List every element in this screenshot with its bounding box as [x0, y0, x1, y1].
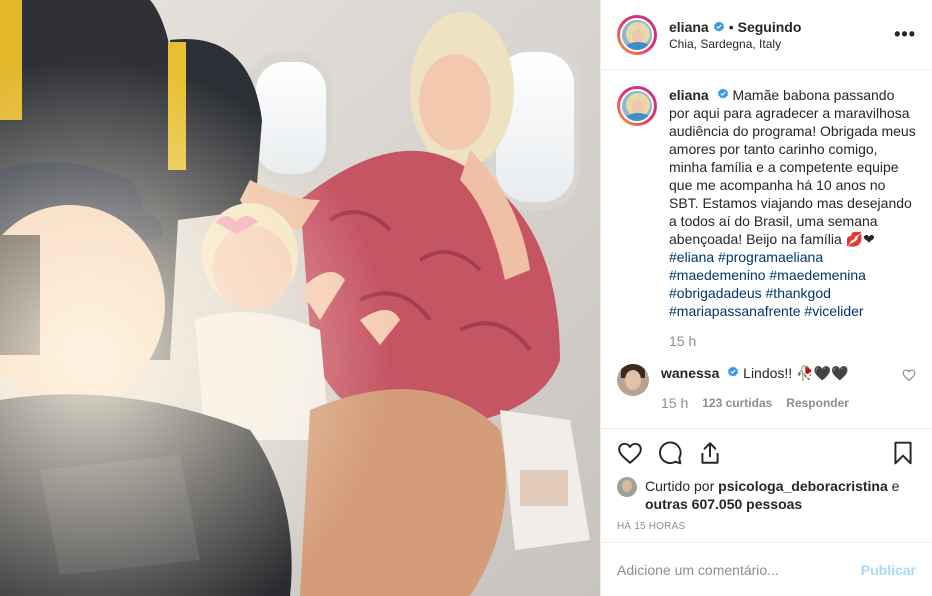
liker-username[interactable]: psicologa_deboracristina — [718, 478, 888, 494]
comment-meta: 15 h 123 curtidas Responder — [661, 394, 894, 412]
likes-joiner: e — [891, 478, 900, 494]
caption-text: Mamãe babona passando por aqui para agra… — [669, 87, 916, 247]
comment-like-heart-icon[interactable] — [902, 368, 916, 382]
post-photo-illustration — [0, 0, 600, 596]
share-icon[interactable] — [697, 440, 723, 466]
comment-text: Lindos!! 🥀🖤🖤 — [743, 365, 849, 381]
comment-likes[interactable]: 123 curtidas — [702, 394, 772, 412]
action-icons — [617, 429, 916, 477]
caption: eliana Mamãe babona passando por aqui pa… — [669, 86, 916, 350]
post-sidebar: eliana • Seguindo Chia, Sardegna, Italy … — [600, 0, 932, 596]
caption-time: 15 h — [669, 333, 697, 349]
comment-item: wanessa Lindos!! 🥀🖤🖤 15 h 123 curtidas R… — [617, 364, 916, 412]
comment-body: wanessa Lindos!! 🥀🖤🖤 15 h 123 curtidas R… — [661, 364, 894, 412]
post-actions: Curtido por psicologa_deboracristina e o… — [601, 428, 932, 542]
caption-avatar[interactable] — [617, 86, 657, 126]
author-username[interactable]: eliana — [669, 19, 709, 35]
author-avatar[interactable] — [617, 14, 657, 55]
bookmark-icon[interactable] — [890, 440, 916, 466]
comment-username[interactable]: wanessa — [661, 365, 719, 381]
avatar-image — [620, 89, 654, 123]
caption-hashtags[interactable]: #eliana #programaeliana #maedemenino #ma… — [669, 249, 866, 319]
post-header: eliana • Seguindo Chia, Sardegna, Italy … — [601, 0, 932, 70]
add-comment-bar: Publicar — [601, 542, 932, 596]
reply-button[interactable]: Responder — [786, 394, 849, 412]
comment-bubble-icon[interactable] — [657, 440, 683, 466]
publish-button[interactable]: Publicar — [861, 562, 916, 578]
avatar-image — [620, 17, 654, 52]
post-photo[interactable] — [0, 0, 600, 596]
verified-icon — [728, 366, 739, 377]
separator-dot: • — [728, 18, 734, 35]
like-heart-icon[interactable] — [617, 440, 643, 466]
caption-row: eliana Mamãe babona passando por aqui pa… — [617, 86, 916, 350]
commenter-avatar[interactable] — [617, 364, 649, 396]
follow-button[interactable]: Seguindo — [738, 19, 802, 35]
instagram-post: eliana • Seguindo Chia, Sardegna, Italy … — [0, 0, 932, 596]
comments-section: eliana Mamãe babona passando por aqui pa… — [601, 70, 932, 428]
header-text: eliana • Seguindo Chia, Sardegna, Italy — [669, 19, 894, 51]
post-timestamp[interactable]: HÁ 15 HORAS — [617, 521, 916, 532]
likes-summary: Curtido por psicologa_deboracristina e o… — [617, 477, 916, 513]
location-link[interactable]: Chia, Sardegna, Italy — [669, 37, 894, 51]
likes-prefix: Curtido por — [645, 478, 715, 494]
more-horizontal-icon[interactable]: ••• — [894, 24, 916, 45]
caption-username[interactable]: eliana — [669, 87, 709, 103]
liker-avatar[interactable] — [617, 477, 637, 497]
verified-icon — [713, 21, 724, 32]
verified-icon — [717, 88, 728, 99]
comment-input[interactable] — [617, 561, 861, 578]
others-likes-link[interactable]: outras 607.050 pessoas — [645, 496, 802, 512]
comment-time: 15 h — [661, 395, 689, 411]
